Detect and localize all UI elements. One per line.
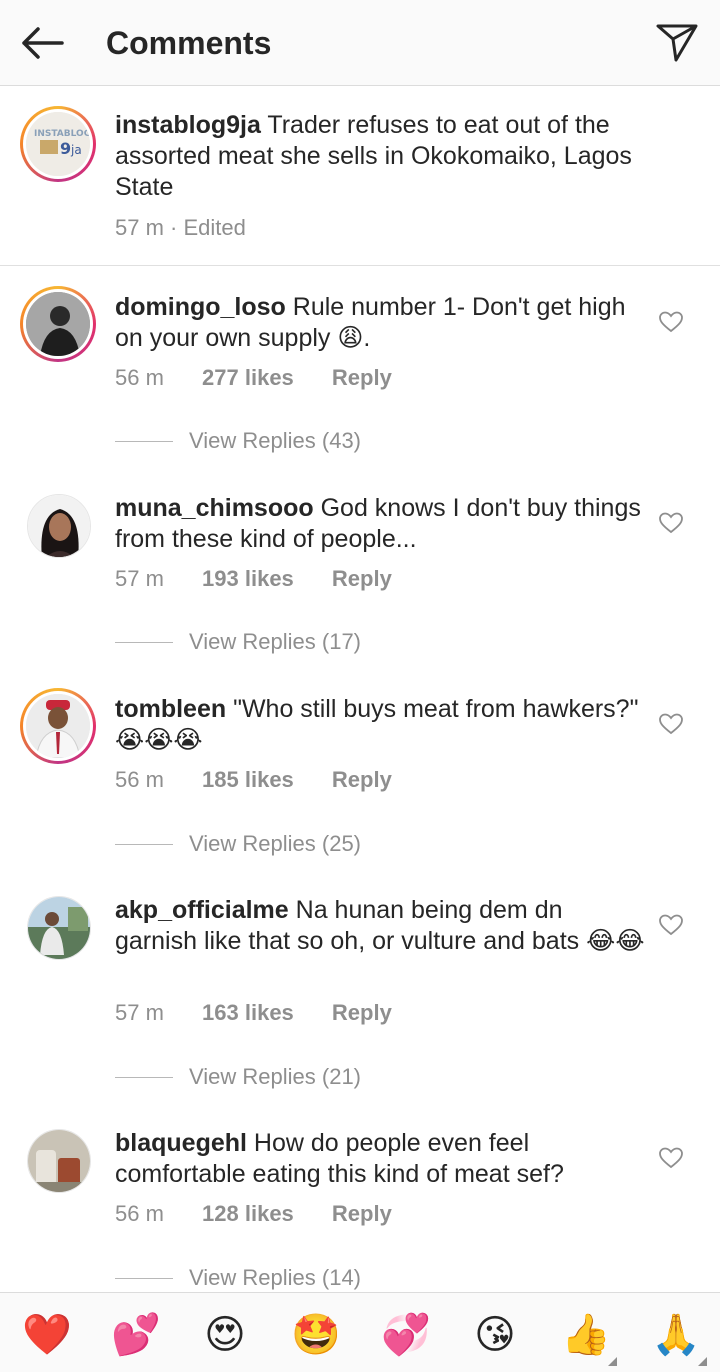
heart-outline-icon [659, 713, 683, 735]
reply-button[interactable]: Reply [332, 1201, 392, 1226]
likes-count[interactable]: 128 likes [202, 1201, 294, 1226]
likes-count[interactable]: 193 likes [202, 566, 294, 591]
emoji-heart[interactable]: ❤️ [22, 1311, 72, 1359]
caption-text: instablog9ja Trader refuses to eat out o… [115, 110, 655, 203]
emoji-kiss[interactable]: 😘 [471, 1311, 519, 1359]
comment-meta: 56 m 185 likes Reply [115, 766, 392, 794]
comment-username[interactable]: domingo_loso [115, 293, 286, 321]
likes-count[interactable]: 163 likes [202, 1000, 294, 1025]
view-replies-label: View Replies (43) [189, 428, 362, 453]
emoji-folded-hands[interactable]: 🙏 [651, 1311, 701, 1359]
profile-photo [26, 694, 90, 758]
svg-text:INSTABLOG: INSTABLOG [34, 129, 90, 139]
svg-text:ja: ja [70, 143, 82, 157]
comment-text: tombleen "Who still buys meat from hawke… [115, 694, 645, 756]
like-button[interactable] [658, 511, 684, 535]
view-replies-button[interactable]: View Replies (21) [115, 1063, 361, 1091]
comment-username[interactable]: akp_officialme [115, 896, 289, 924]
likes-count[interactable]: 277 likes [202, 365, 294, 390]
emoji-thumbs-up[interactable]: 👍 [561, 1311, 611, 1359]
avatar[interactable] [27, 494, 91, 558]
divider-line [115, 843, 173, 845]
svg-text:9: 9 [60, 139, 71, 158]
view-replies-label: View Replies (17) [189, 629, 362, 654]
avatar[interactable]: INSTABLOG 9 ja [20, 106, 96, 182]
top-bar: Comments [0, 0, 720, 86]
avatar[interactable] [27, 1129, 91, 1193]
skin-tone-indicator [608, 1357, 617, 1366]
reply-button[interactable]: Reply [332, 566, 392, 591]
paper-plane-icon [656, 24, 698, 62]
view-replies-label: View Replies (25) [189, 831, 362, 856]
comment-username[interactable]: tombleen [115, 695, 226, 723]
like-button[interactable] [658, 712, 684, 736]
comment-time: 56 m [115, 1201, 164, 1226]
divider-line [115, 1277, 173, 1279]
emoji-two-hearts[interactable]: 💕 [111, 1311, 161, 1359]
comment-meta: 57 m 193 likes Reply [115, 565, 392, 593]
profile-photo [26, 292, 90, 356]
reply-button[interactable]: Reply [332, 767, 392, 792]
like-button[interactable] [658, 310, 684, 334]
view-replies-button[interactable]: View Replies (43) [115, 427, 361, 455]
back-button[interactable] [18, 22, 66, 64]
divider-line [115, 440, 173, 442]
like-button[interactable] [658, 1146, 684, 1170]
heart-outline-icon [659, 512, 683, 534]
heart-outline-icon [659, 311, 683, 333]
caption-username[interactable]: instablog9ja [115, 111, 261, 139]
view-replies-button[interactable]: View Replies (14) [115, 1264, 361, 1292]
view-replies-button[interactable]: View Replies (25) [115, 830, 361, 858]
caption-meta: 57 m · Edited [115, 215, 246, 240]
comment-meta: 56 m 128 likes Reply [115, 1200, 392, 1228]
view-replies-label: View Replies (14) [189, 1265, 362, 1290]
comment-time: 56 m [115, 767, 164, 792]
post-caption: INSTABLOG 9 ja instablog9ja Trader refus… [0, 86, 720, 266]
comment-text: akp_officialme Na hunan being dem dn gar… [115, 895, 645, 957]
profile-photo [28, 897, 90, 959]
comment-text: blaquegehl How do people even feel comfo… [115, 1128, 645, 1190]
heart-outline-icon [659, 914, 683, 936]
emoji-heart-eyes[interactable]: 😍 [201, 1311, 249, 1359]
share-button[interactable] [654, 20, 700, 64]
heart-outline-icon [659, 1147, 683, 1169]
comment-meta: 56 m 277 likes Reply [115, 364, 392, 392]
reply-button[interactable]: Reply [332, 1000, 392, 1025]
instablog9ja-logo: INSTABLOG 9 ja [26, 112, 90, 176]
emoji-reaction-bar: ❤️ 💕 😍 🤩 💞 😘 👍 🙏 [0, 1292, 720, 1372]
view-replies-label: View Replies (21) [189, 1064, 362, 1089]
arrow-left-icon [22, 27, 64, 59]
comment-text: muna_chimsooo God knows I don't buy thin… [115, 493, 645, 555]
profile-photo [28, 495, 90, 557]
comment-time: 57 m [115, 1000, 164, 1025]
like-button[interactable] [658, 913, 684, 937]
view-replies-button[interactable]: View Replies (17) [115, 628, 361, 656]
reply-button[interactable]: Reply [332, 365, 392, 390]
divider-line [115, 1076, 173, 1078]
comment-time: 57 m [115, 566, 164, 591]
avatar[interactable] [27, 896, 91, 960]
avatar[interactable] [20, 688, 96, 764]
comment-username[interactable]: blaquegehl [115, 1129, 247, 1157]
comment-text: domingo_loso Rule number 1- Don't get hi… [115, 292, 645, 354]
comment-meta: 57 m 163 likes Reply [115, 999, 392, 1027]
emoji-star-struck[interactable]: 🤩 [291, 1311, 341, 1359]
likes-count[interactable]: 185 likes [202, 767, 294, 792]
comment-time: 56 m [115, 365, 164, 390]
emoji-revolving-hearts[interactable]: 💞 [381, 1311, 431, 1359]
page-title: Comments [106, 25, 272, 61]
avatar[interactable] [20, 286, 96, 362]
comment-username[interactable]: muna_chimsooo [115, 494, 314, 522]
skin-tone-indicator [698, 1357, 707, 1366]
profile-photo [28, 1130, 90, 1192]
divider-line [115, 641, 173, 643]
